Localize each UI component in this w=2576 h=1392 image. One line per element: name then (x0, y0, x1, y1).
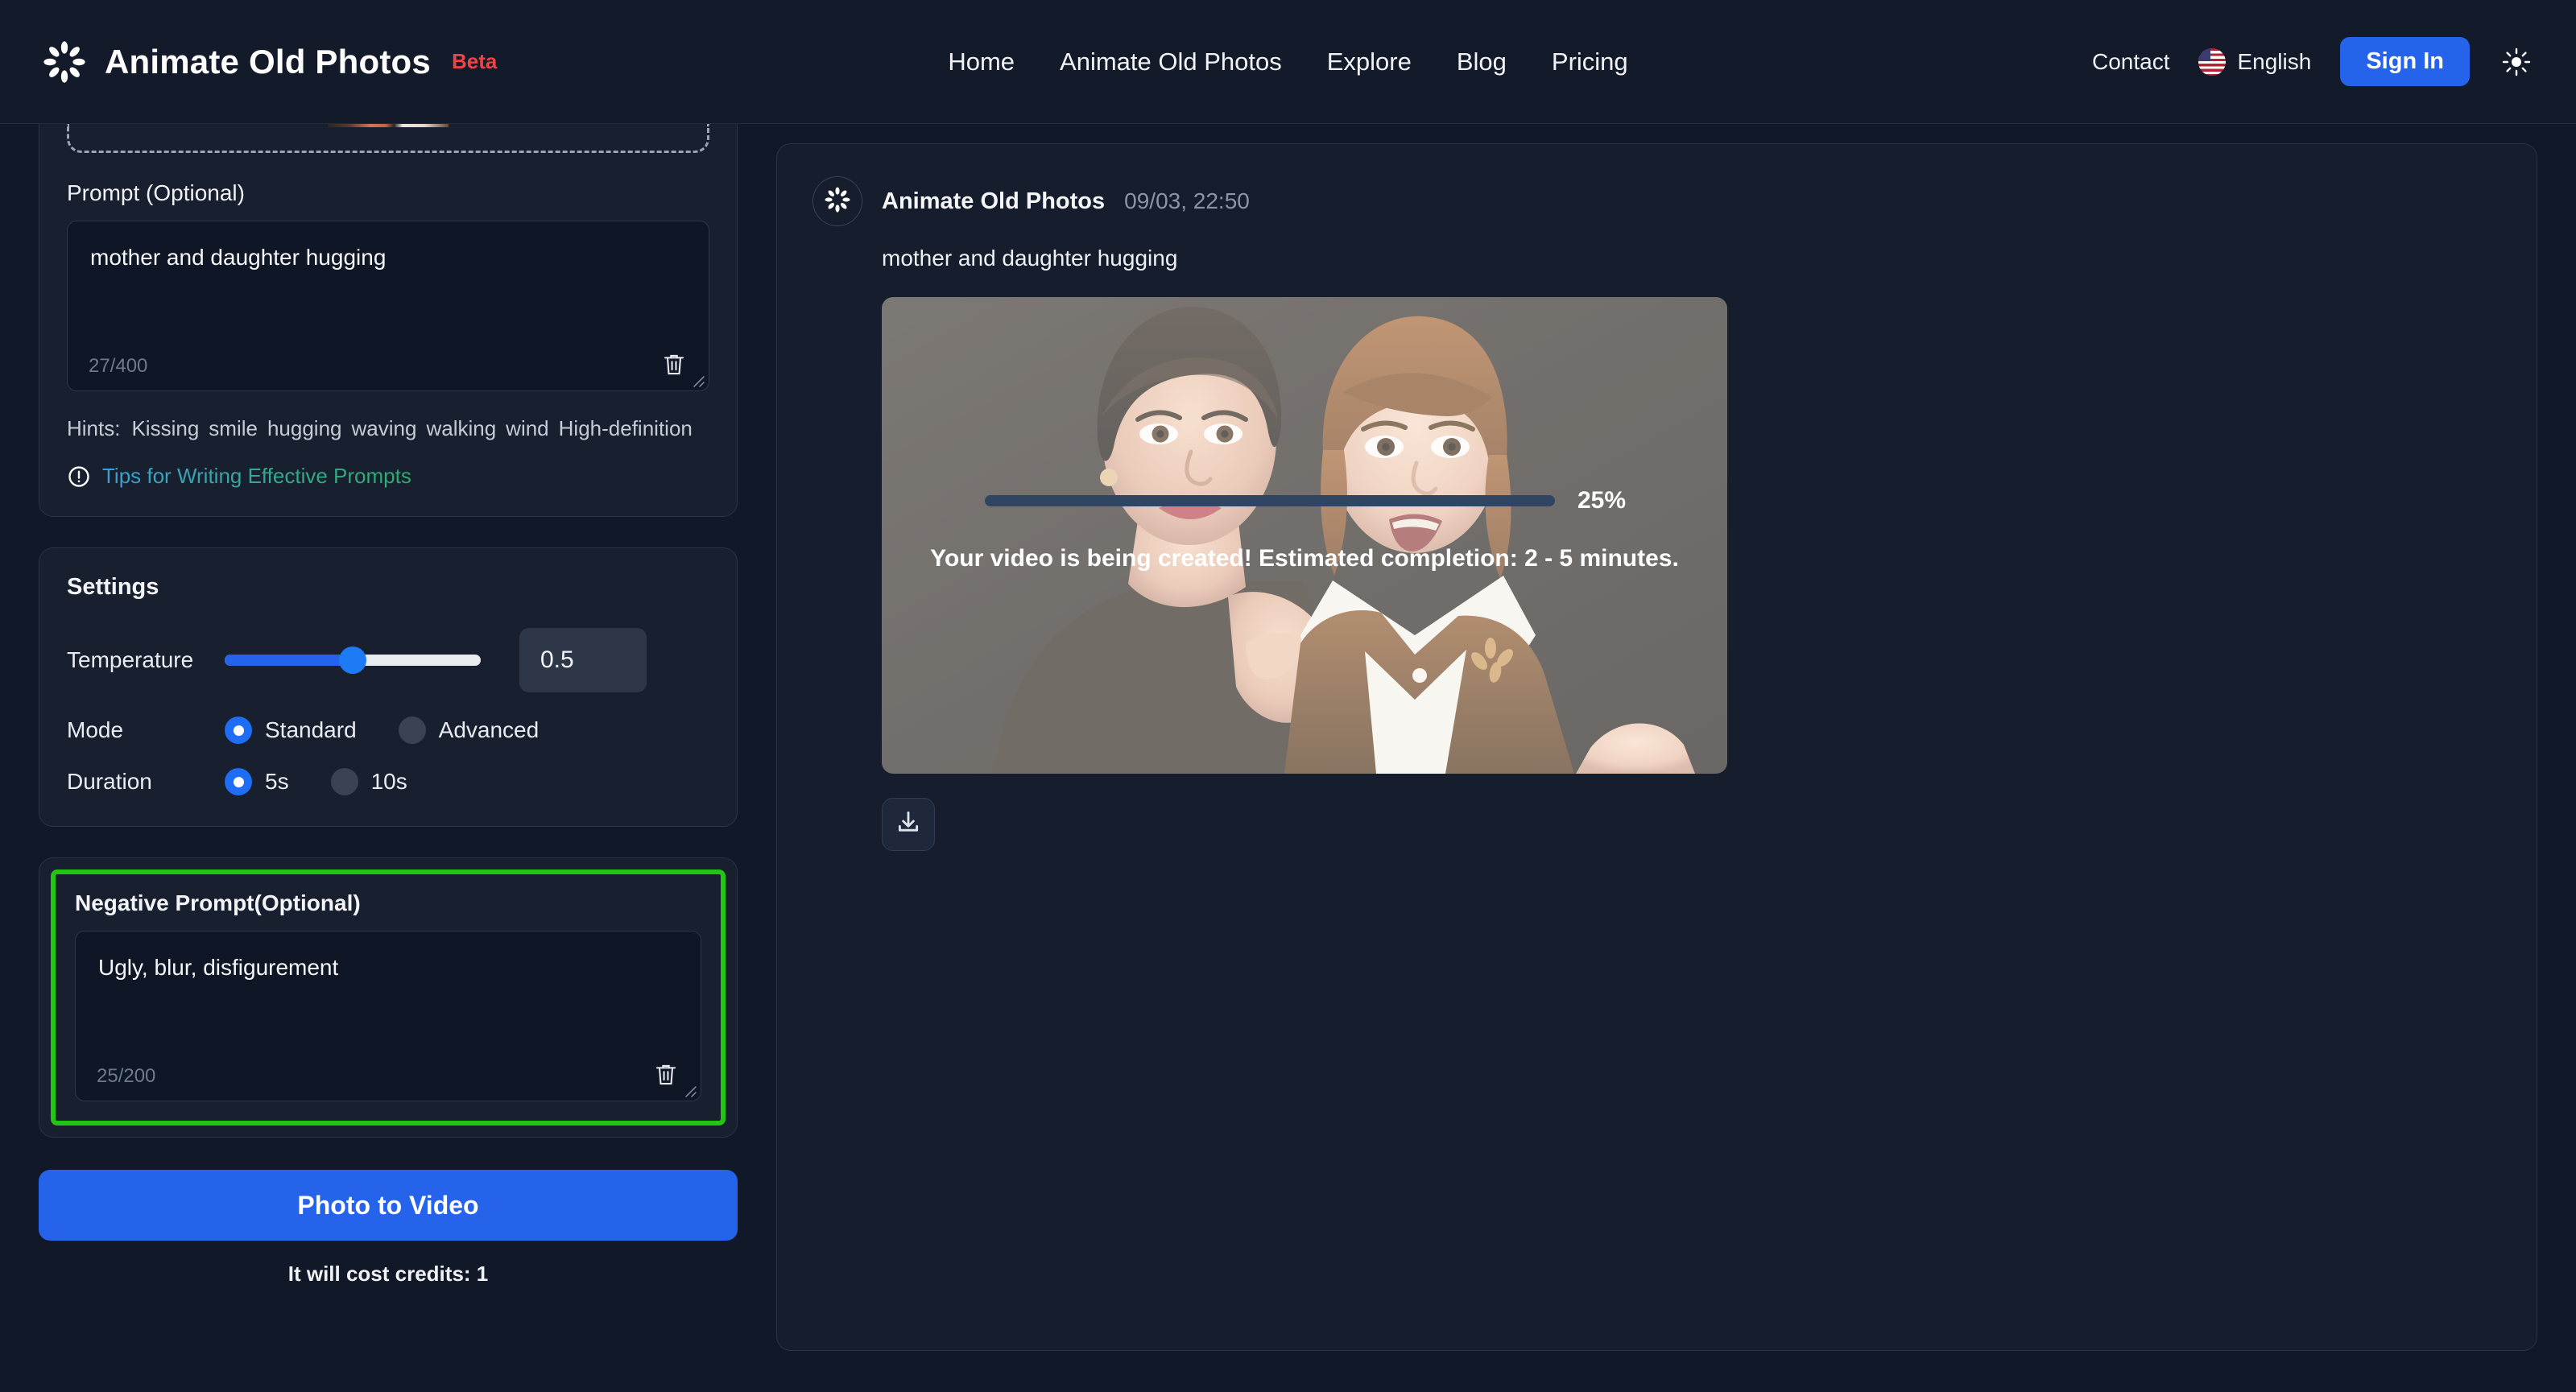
generation-status-text: Your video is being created! Estimated c… (930, 545, 1679, 572)
photo-to-video-button[interactable]: Photo to Video (39, 1170, 738, 1241)
temperature-slider[interactable] (225, 646, 481, 675)
nav-item-pricing[interactable]: Pricing (1552, 48, 1628, 76)
controls-column: Prompt (Optional) mother and daughter hu… (39, 124, 738, 1287)
message-prompt-echo: mother and daughter hugging (882, 246, 1178, 271)
trash-icon[interactable] (654, 1062, 678, 1088)
temperature-label: Temperature (67, 647, 194, 673)
mode-label: Mode (67, 717, 124, 743)
tips-link[interactable]: Tips for Writing Effective Prompts (67, 464, 709, 489)
negative-prompt-value: Ugly, blur, disfigurement (98, 955, 339, 981)
progress-overlay-scrim (882, 297, 1727, 774)
generation-progress: 25% (882, 487, 1727, 514)
message-timestamp: 09/03, 22:50 (1124, 188, 1250, 213)
duration-option-5s-label: 5s (265, 769, 289, 795)
hint-word-high-definition[interactable]: High-definition (559, 416, 693, 440)
brand[interactable]: Animate Old Photos Beta (42, 39, 497, 85)
hint-word-wind[interactable]: wind (506, 416, 548, 440)
brand-title: Animate Old Photos (105, 42, 431, 81)
download-button[interactable] (882, 798, 935, 851)
radio-icon-5s[interactable] (225, 768, 252, 796)
radio-icon-advanced[interactable] (398, 717, 426, 745)
language-label: English (2237, 48, 2312, 74)
contact-link[interactable]: Contact (2092, 49, 2170, 75)
mode-row: Mode Standard Advanced (67, 717, 709, 745)
radio-icon-standard[interactable] (225, 717, 252, 745)
temperature-value-input[interactable]: 0.5 (519, 628, 647, 693)
resize-handle-icon[interactable] (688, 370, 705, 388)
hint-word-waving[interactable]: waving (352, 416, 417, 440)
temperature-slider-thumb[interactable] (339, 646, 366, 675)
mode-option-advanced[interactable]: Advanced (398, 717, 540, 745)
duration-option-10s-label: 10s (370, 769, 407, 795)
info-circle-icon (67, 465, 91, 489)
radio-icon-10s[interactable] (330, 768, 358, 796)
temperature-slider-fill (225, 655, 353, 667)
hint-word-kissing[interactable]: Kissing (131, 416, 199, 440)
nav-item-explore[interactable]: Explore (1327, 48, 1412, 76)
nav-item-blog[interactable]: Blog (1457, 48, 1507, 76)
flower-spinner-icon (824, 186, 851, 217)
tips-link-label: Tips for Writing Effective Prompts (102, 464, 411, 489)
trash-icon[interactable] (662, 352, 686, 378)
progress-bar-track (985, 495, 1555, 506)
duration-label: Duration (67, 769, 152, 795)
language-switcher[interactable]: English (2198, 48, 2311, 76)
image-upload-dropzone[interactable] (67, 124, 709, 153)
hint-word-hugging[interactable]: hugging (267, 416, 342, 440)
mode-option-standard[interactable]: Standard (225, 717, 357, 745)
nav-item-home[interactable]: Home (948, 48, 1015, 76)
hint-word-smile[interactable]: smile (209, 416, 258, 440)
temperature-row: Temperature 0.5 (67, 628, 709, 693)
message-author: Animate Old Photos (882, 188, 1106, 214)
avatar (812, 176, 862, 226)
sign-in-button[interactable]: Sign In (2340, 37, 2470, 86)
results-column: Animate Old Photos 09/03, 22:50 mother a… (776, 124, 2537, 1351)
settings-card: Settings Temperature 0.5 Mode Standard A… (39, 547, 738, 828)
prompt-value: mother and daughter hugging (90, 245, 387, 270)
credits-cost-note: It will cost credits: 1 (287, 1262, 489, 1287)
header-actions: Contact English Sign In (2092, 37, 2534, 86)
negative-prompt-input[interactable]: Ugly, blur, disfigurement 25/200 (75, 931, 701, 1102)
us-flag-icon (2198, 48, 2227, 76)
flower-spinner-icon (42, 39, 87, 85)
settings-title: Settings (67, 574, 159, 601)
result-card: Animate Old Photos 09/03, 22:50 mother a… (776, 143, 2537, 1351)
negative-prompt-label: Negative Prompt(Optional) (75, 890, 361, 916)
message-header: Animate Old Photos 09/03, 22:50 (812, 176, 2501, 226)
prompt-input[interactable]: mother and daughter hugging 27/400 (67, 221, 709, 391)
message-body: mother and daughter hugging 25% Your vid… (882, 246, 2501, 851)
main-content: Prompt (Optional) mother and daughter hu… (0, 124, 2576, 1392)
prompt-label: Prompt (Optional) (67, 180, 245, 205)
hint-word-walking[interactable]: walking (426, 416, 496, 440)
uploaded-image-thumbnail (328, 124, 449, 127)
mode-option-standard-label: Standard (265, 717, 357, 743)
negative-prompt-highlight: Negative Prompt(Optional) Ugly, blur, di… (51, 869, 726, 1126)
app-header: Animate Old Photos Beta Home Animate Old… (0, 0, 2576, 124)
resize-handle-icon[interactable] (680, 1080, 697, 1098)
negative-prompt-card: Negative Prompt(Optional) Ugly, blur, di… (39, 857, 738, 1138)
prompt-hints: Hints: Kissing smile hugging waving walking wi… (67, 412, 709, 444)
duration-option-5s[interactable]: 5s (225, 768, 289, 796)
sun-icon[interactable] (2499, 44, 2534, 80)
download-icon (895, 809, 922, 841)
generated-media-preview[interactable]: 25% Your video is being created! Estimat… (882, 297, 1727, 774)
prompt-char-counter: 27/400 (89, 355, 148, 377)
prompt-card: Prompt (Optional) mother and daughter hu… (39, 124, 738, 518)
progress-percent-label: 25% (1577, 487, 1626, 514)
duration-row: Duration 5s 10s (67, 768, 709, 796)
negative-prompt-char-counter: 25/200 (97, 1065, 156, 1088)
beta-badge: Beta (451, 49, 498, 73)
hints-label: Hints: (67, 416, 121, 440)
duration-option-10s[interactable]: 10s (330, 768, 407, 796)
nav-item-animate-old-photos[interactable]: Animate Old Photos (1060, 48, 1282, 76)
mode-option-advanced-label: Advanced (438, 717, 540, 743)
